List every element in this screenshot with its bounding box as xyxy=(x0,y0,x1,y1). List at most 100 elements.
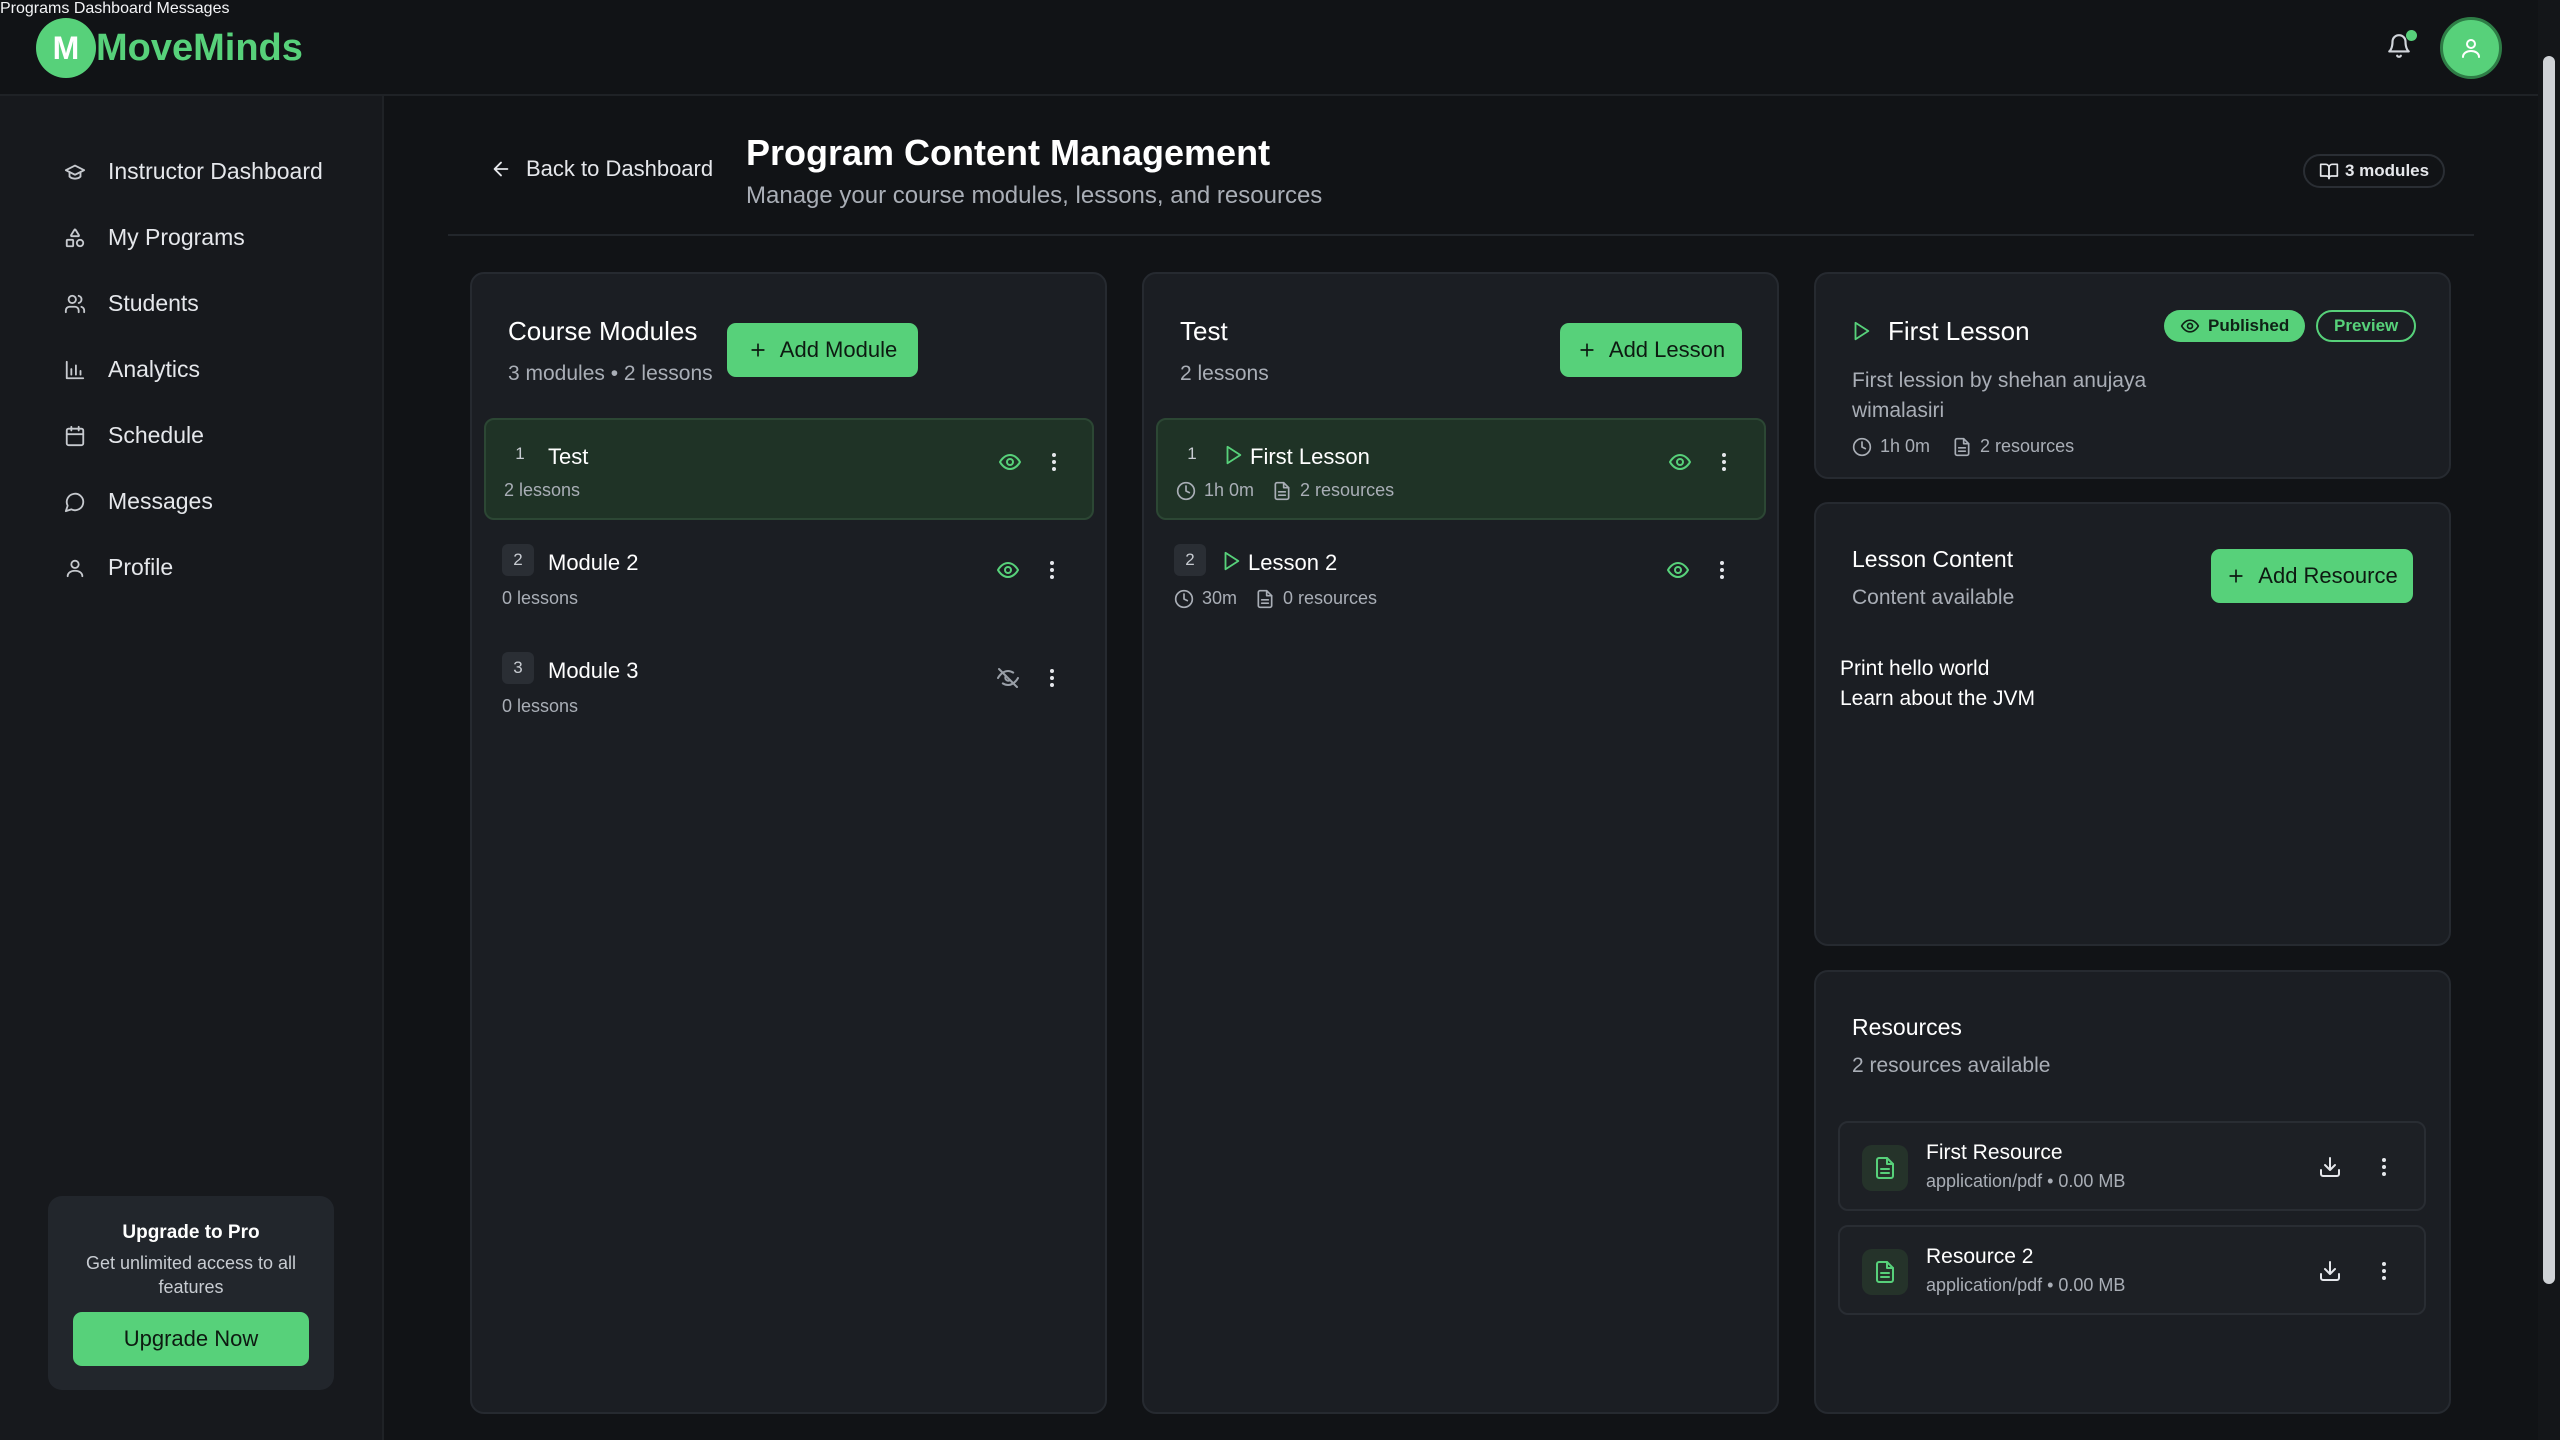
download-icon[interactable] xyxy=(2318,1259,2342,1283)
module-meta: 2 lessons xyxy=(504,480,581,500)
module-count-label: 3 modules xyxy=(2345,161,2430,180)
file-icon xyxy=(1257,589,1273,608)
more-vertical-icon[interactable] xyxy=(1040,558,1064,582)
sidebar-item-instructor-dashboard[interactable]: Instructor Dashboard xyxy=(64,158,323,185)
upgrade-title: Upgrade to Pro xyxy=(122,1222,260,1243)
resource-name: Resource 2 xyxy=(1926,1245,2034,1268)
lesson-detail-resources: 2 resources xyxy=(1980,436,2075,456)
lesson-detail-title: First Lesson xyxy=(1888,316,2030,346)
resource-name: First Resource xyxy=(1926,1141,2063,1164)
module-title: Test xyxy=(548,444,589,469)
scrollbar-thumb[interactable] xyxy=(2543,56,2555,1284)
resources-subtitle: 2 resources available xyxy=(1852,1054,2051,1077)
bar-chart-icon xyxy=(65,360,85,379)
lesson-detail-duration: 1h 0m xyxy=(1880,436,1931,456)
more-vertical-icon[interactable] xyxy=(2372,1155,2396,1179)
lesson-content-title: Lesson Content xyxy=(1852,546,2014,572)
content-line: Print hello world xyxy=(1840,657,1990,680)
lesson-content-subtitle: Content available xyxy=(1852,586,2015,609)
notification-dot xyxy=(2406,30,2417,41)
nav-dashboard[interactable]: Dashboard xyxy=(74,0,152,17)
nav-programs[interactable]: Programs xyxy=(0,0,69,17)
add-lesson-button[interactable]: Add Lesson xyxy=(1560,323,1742,377)
lesson-duration: 1h 0m xyxy=(1204,480,1255,500)
upgrade-card: Upgrade to Pro Get unlimited access to a… xyxy=(48,1196,334,1390)
user-icon xyxy=(66,559,84,577)
logo[interactable]: M MoveMinds xyxy=(36,18,303,78)
lesson-row[interactable]: 2 Lesson 2 30m 0 resources xyxy=(1156,526,1766,628)
eye-icon xyxy=(2180,319,2200,333)
modules-summary: 3 modules • 2 lessons xyxy=(508,362,713,385)
sidebar-item-label: Schedule xyxy=(108,422,204,448)
content-line: Learn about the JVM xyxy=(1840,687,2035,710)
add-lesson-label: Add Lesson xyxy=(1608,337,1726,362)
module-row[interactable]: 3 Module 3 0 lessons xyxy=(484,634,1094,736)
logo-badge: M xyxy=(36,18,96,78)
lesson-duration: 30m xyxy=(1202,588,1238,608)
more-vertical-icon[interactable] xyxy=(1712,450,1736,474)
add-module-button[interactable]: Add Module xyxy=(727,323,918,377)
module-number: 2 xyxy=(502,544,534,576)
lesson-resources: 0 resources xyxy=(1283,588,1378,608)
preview-button[interactable]: Preview xyxy=(2316,310,2417,342)
sidebar-item-analytics[interactable]: Analytics xyxy=(64,356,200,383)
module-meta: 0 lessons xyxy=(502,696,579,716)
arrow-left-icon xyxy=(493,161,509,177)
lessons-panel-title: Test xyxy=(1180,316,1228,346)
file-text-icon xyxy=(1862,1249,1908,1295)
calendar-icon xyxy=(65,425,85,446)
add-resource-button[interactable]: Add Resource xyxy=(2211,549,2413,603)
back-to-dashboard-link[interactable]: Back to Dashboard xyxy=(490,156,713,182)
published-badge[interactable]: Published xyxy=(2164,310,2306,342)
page-title: Program Content Management xyxy=(746,132,1271,173)
eye-off-icon[interactable] xyxy=(996,666,1020,690)
book-open-icon xyxy=(2319,163,2339,180)
lesson-description: First lession by shehan anujaya wimalasi… xyxy=(1852,369,2147,422)
resources-title: Resources xyxy=(1852,1014,1962,1040)
add-resource-label: Add Resource xyxy=(2258,563,2398,588)
module-number: 1 xyxy=(515,444,525,463)
graduation-cap-icon xyxy=(64,164,86,180)
upgrade-now-button[interactable]: Upgrade Now xyxy=(73,1312,309,1366)
nav-messages[interactable]: Messages xyxy=(157,0,230,17)
back-label: Back to Dashboard xyxy=(526,156,714,181)
more-vertical-icon[interactable] xyxy=(1042,450,1066,474)
sidebar-item-label: My Programs xyxy=(108,224,245,250)
user-icon xyxy=(2462,39,2480,58)
lesson-number: 2 xyxy=(1174,544,1206,576)
clock-icon xyxy=(1174,589,1194,608)
resource-item[interactable]: Resource 2 application/pdf • 0.00 MB xyxy=(1838,1225,2426,1315)
lessons-summary: 2 lessons xyxy=(1180,362,1269,385)
eye-icon[interactable] xyxy=(1666,558,1690,582)
module-meta: 0 lessons xyxy=(502,588,579,608)
more-vertical-icon[interactable] xyxy=(1710,558,1734,582)
file-text-icon xyxy=(1862,1145,1908,1191)
page-subtitle: Manage your course modules, lessons, and… xyxy=(746,182,1323,209)
add-module-label: Add Module xyxy=(779,337,898,362)
more-vertical-icon[interactable] xyxy=(2372,1259,2396,1283)
message-circle-icon xyxy=(64,492,85,512)
file-icon xyxy=(1954,437,1970,456)
module-row[interactable]: 1 Test 2 lessons xyxy=(484,418,1094,520)
sidebar-item-students[interactable]: Students xyxy=(64,290,199,317)
top-bar: M MoveMinds Programs Dashboard Messages xyxy=(0,0,2538,96)
published-label: Published xyxy=(2208,316,2290,335)
resource-item[interactable]: First Resource application/pdf • 0.00 MB xyxy=(1838,1121,2426,1211)
sidebar-item-profile[interactable]: Profile xyxy=(64,554,173,581)
sidebar-item-messages[interactable]: Messages xyxy=(64,488,213,515)
eye-icon[interactable] xyxy=(1668,450,1692,474)
download-icon[interactable] xyxy=(2318,1155,2342,1179)
eye-icon[interactable] xyxy=(998,450,1022,474)
clock-icon xyxy=(1852,437,1872,456)
sidebar-item-label: Profile xyxy=(108,554,174,580)
sidebar-item-my-programs[interactable]: My Programs xyxy=(64,224,245,251)
sidebar-item-label: Students xyxy=(108,290,199,316)
eye-icon[interactable] xyxy=(996,558,1020,582)
more-vertical-icon[interactable] xyxy=(1040,666,1064,690)
module-row[interactable]: 2 Module 2 0 lessons xyxy=(484,526,1094,628)
sidebar-item-schedule[interactable]: Schedule xyxy=(64,422,204,449)
avatar[interactable] xyxy=(2440,17,2502,79)
lesson-row[interactable]: 1 First Lesson 1h 0m 2 resources xyxy=(1156,418,1766,520)
sidebar-item-label: Instructor Dashboard xyxy=(108,158,323,184)
module-number: 3 xyxy=(502,652,534,684)
